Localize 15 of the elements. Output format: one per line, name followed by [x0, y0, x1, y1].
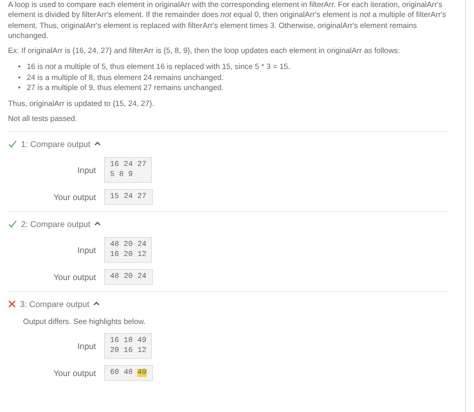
- output-label: Your output: [52, 272, 97, 282]
- test-title[interactable]: 1: Compare output: [21, 138, 90, 149]
- input-label: Input: [76, 244, 97, 255]
- input-label: Input: [76, 164, 97, 175]
- output-label: Your output: [52, 368, 97, 378]
- chevron-up-icon[interactable]: [94, 141, 102, 146]
- output-label: Your output: [52, 192, 97, 202]
- cross-icon: [8, 300, 16, 308]
- input-label: Input: [76, 340, 97, 352]
- chevron-up-icon[interactable]: [93, 301, 100, 306]
- test-title[interactable]: 3: Compare output: [20, 298, 90, 309]
- chevron-up-icon[interactable]: [94, 221, 102, 226]
- test-title[interactable]: 2: Compare output: [21, 218, 90, 229]
- check-icon: [8, 140, 17, 148]
- check-icon: [8, 220, 17, 228]
